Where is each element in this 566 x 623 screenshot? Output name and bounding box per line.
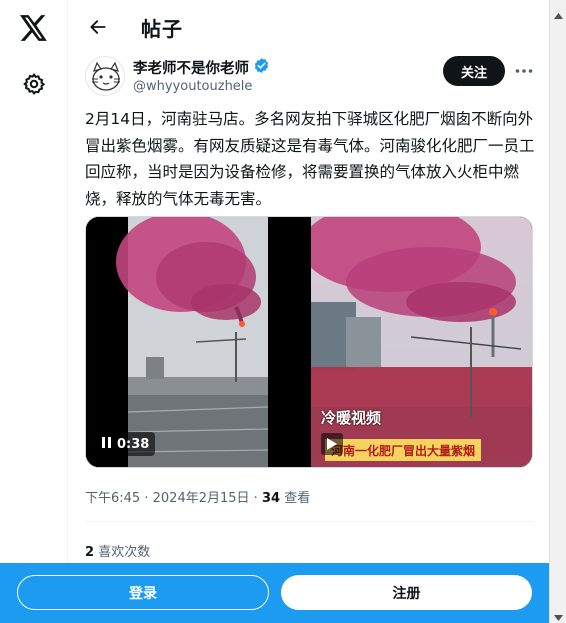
main-column: 帖子 李老师不是你老师 @whyyoutouzhele 关注 2月14日，河南驻…: [69, 0, 549, 623]
video-caption: 河南一化肥厂冒出大量紫烟: [325, 439, 482, 461]
page-title: 帖子: [141, 17, 183, 41]
likes-row[interactable]: 2 喜欢次数: [85, 541, 150, 560]
verified-badge-icon: [253, 57, 270, 78]
video-duration: 0:38: [117, 436, 150, 452]
video-watermark: 冷暖视频: [321, 409, 382, 427]
likes-label: 喜欢次数: [98, 545, 151, 560]
tweet-meta: 下午6:45 · 2024年2月15日 · 34 查看: [85, 487, 310, 506]
pause-icon[interactable]: [102, 436, 111, 452]
divider: [85, 521, 533, 522]
x-logo-icon[interactable]: [14, 8, 54, 48]
meta-separator: ·: [144, 491, 149, 506]
page-header: 帖子: [69, 0, 549, 53]
author-name-label: 李老师不是你老师: [133, 61, 249, 77]
login-button[interactable]: 登录: [17, 575, 269, 610]
meta-separator: ·: [253, 491, 258, 506]
arrow-left-icon[interactable]: [81, 10, 115, 44]
views-label: 查看: [284, 491, 311, 506]
signup-button[interactable]: 注册: [281, 575, 532, 610]
views-count: 34: [261, 491, 281, 506]
scrollbar[interactable]: [549, 0, 566, 623]
avatar[interactable]: [85, 56, 125, 96]
left-rail: [0, 0, 68, 623]
tweet-time[interactable]: 下午6:45: [85, 491, 140, 506]
gear-icon[interactable]: [14, 64, 54, 104]
video-thumbnail-right[interactable]: 冷暖视频 河南一化肥厂冒出大量紫烟: [311, 217, 532, 467]
follow-button[interactable]: 关注: [443, 56, 505, 86]
play-icon[interactable]: [321, 433, 343, 455]
more-horizontal-icon[interactable]: [511, 58, 537, 84]
scroll-up-arrow-icon[interactable]: [554, 4, 563, 23]
video-duration-badge: 0:38: [96, 432, 156, 456]
likes-count: 2: [85, 545, 95, 560]
login-prompt-bar: 登录 注册: [0, 563, 549, 623]
tweet-text: 2月14日，河南驻马店。多名网友拍下驿城区化肥厂烟囱不断向外冒出紫色烟雾。有网友…: [85, 110, 535, 208]
tweet-date[interactable]: 2024年2月15日: [153, 491, 250, 506]
video-thumbnail-left[interactable]: 0:38: [86, 217, 309, 467]
author-name[interactable]: 李老师不是你老师: [133, 57, 270, 78]
tweet-media[interactable]: 0:38 冷暖视频 河南一化肥厂冒出大量紫烟: [85, 216, 533, 468]
author-handle[interactable]: @whyyoutouzhele: [133, 79, 252, 94]
scroll-down-arrow-icon[interactable]: [554, 606, 563, 623]
